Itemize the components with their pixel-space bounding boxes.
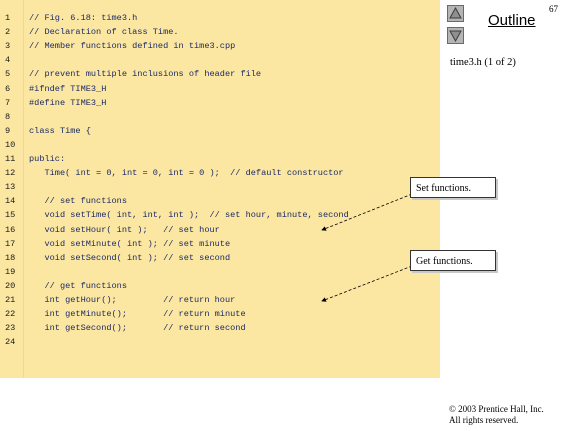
copyright-notice: © 2003 Prentice Hall, Inc. All rights re… bbox=[449, 404, 544, 426]
set-functions-arrow bbox=[321, 193, 413, 231]
callout-arrows bbox=[321, 193, 413, 302]
get-functions-callout: Get functions. bbox=[410, 250, 496, 271]
copyright-line-1: © 2003 Prentice Hall, Inc. bbox=[449, 404, 544, 414]
copyright-line-2: All rights reserved. bbox=[449, 415, 519, 425]
set-functions-callout: Set functions. bbox=[410, 177, 496, 198]
get-functions-arrow bbox=[321, 265, 413, 302]
